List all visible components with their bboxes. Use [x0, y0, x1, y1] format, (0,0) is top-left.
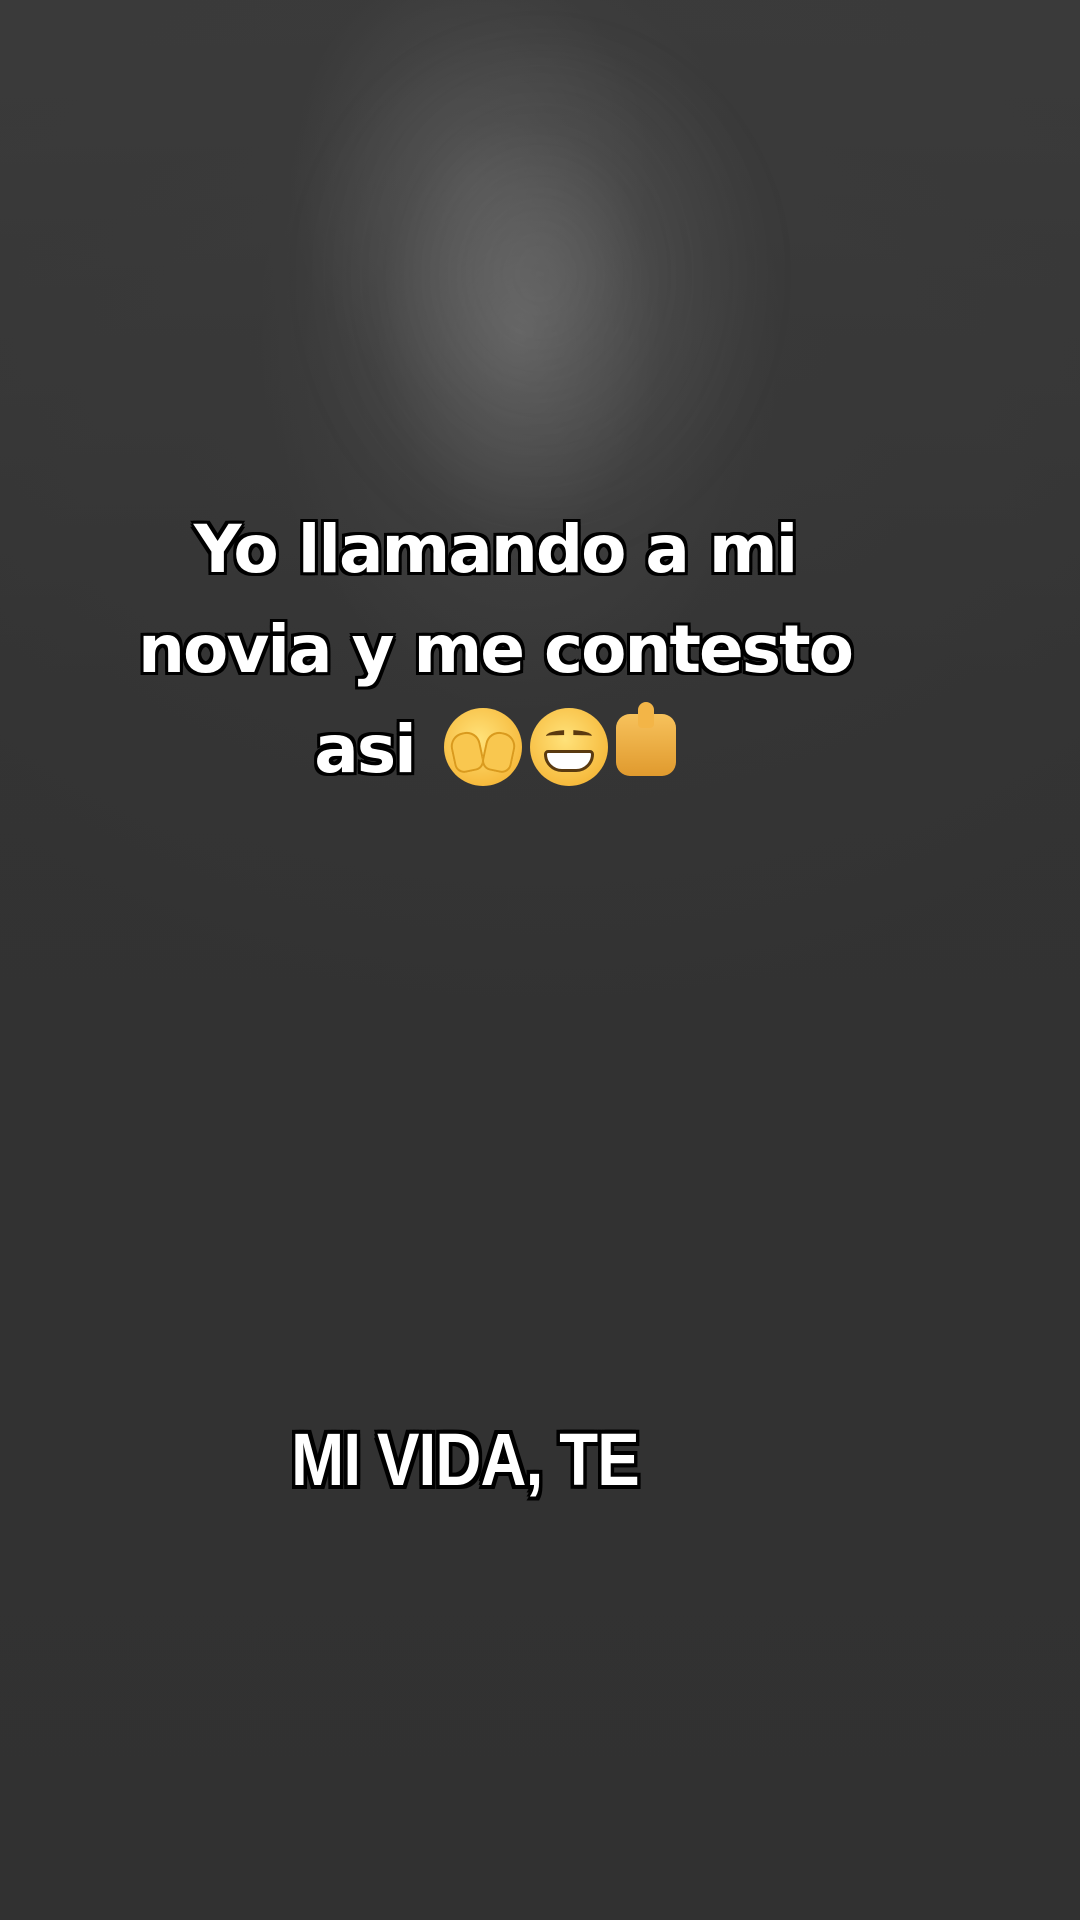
video-frame: Yo llamando a mi novia y me contesto asi…	[0, 0, 1080, 1920]
grinning-face-emoji-icon	[529, 708, 608, 786]
caption-line-3-text: asi	[314, 711, 416, 788]
face-with-hand-over-eyes-emoji-icon	[443, 708, 522, 786]
smoke-background	[300, 40, 780, 560]
video-caption: Yo llamando a mi novia y me contesto asi	[90, 500, 900, 800]
caption-line-1: Yo llamando a mi	[193, 511, 799, 588]
spoken-subtitle: MI VIDA, TE	[291, 1418, 640, 1501]
caption-line-2: novia y me contesto	[138, 611, 854, 688]
pointing-hand-emoji-icon	[615, 702, 676, 776]
caption-line-3: asi	[90, 700, 900, 800]
